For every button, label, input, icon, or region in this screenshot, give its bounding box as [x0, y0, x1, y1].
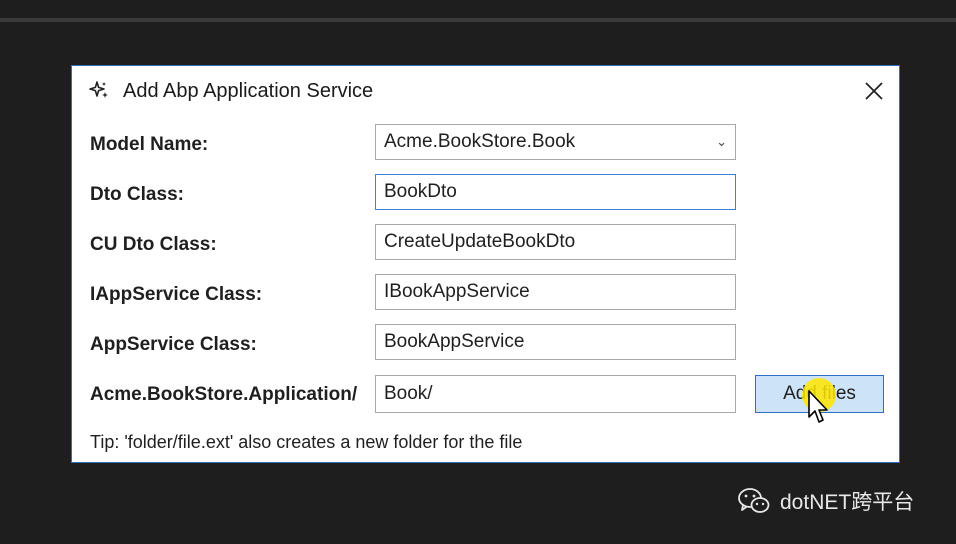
iappservice-class-label: IAppService Class: — [90, 284, 263, 305]
folder-path-input[interactable] — [375, 375, 736, 413]
dto-class-label: Dto Class: — [90, 184, 184, 205]
application-folder-label: Acme.BookStore.Application/ — [90, 384, 358, 405]
watermark-text: dotNET跨平台 — [780, 491, 915, 514]
tip-text: Tip: 'folder/file.ext' also creates a ne… — [90, 432, 523, 452]
cu-dto-class-input[interactable] — [375, 224, 736, 260]
chevron-down-icon: ⌄ — [716, 134, 727, 149]
model-name-select[interactable]: Acme.BookStore.Book ⌄ — [375, 124, 736, 160]
close-icon[interactable] — [861, 78, 887, 104]
dialog-titlebar: Add Abp Application Service — [72, 66, 899, 118]
model-name-value: Acme.BookStore.Book — [384, 131, 576, 152]
cu-dto-class-label: CU Dto Class: — [90, 234, 217, 255]
dialog-title: Add Abp Application Service — [123, 80, 374, 102]
iappservice-class-input[interactable] — [375, 274, 736, 310]
sparkle-icon — [89, 81, 108, 98]
wechat-icon — [738, 488, 770, 513]
mouse-pointer-icon — [808, 390, 828, 423]
add-abp-application-service-dialog: Add Abp Application Service Model Name: … — [71, 65, 900, 463]
appservice-class-label: AppService Class: — [90, 334, 257, 355]
appservice-class-input[interactable] — [375, 324, 736, 360]
watermark: dotNET跨平台 — [738, 486, 914, 516]
model-name-label: Model Name: — [90, 134, 209, 155]
window-top-edge — [0, 18, 956, 22]
dto-class-input[interactable] — [375, 174, 736, 210]
